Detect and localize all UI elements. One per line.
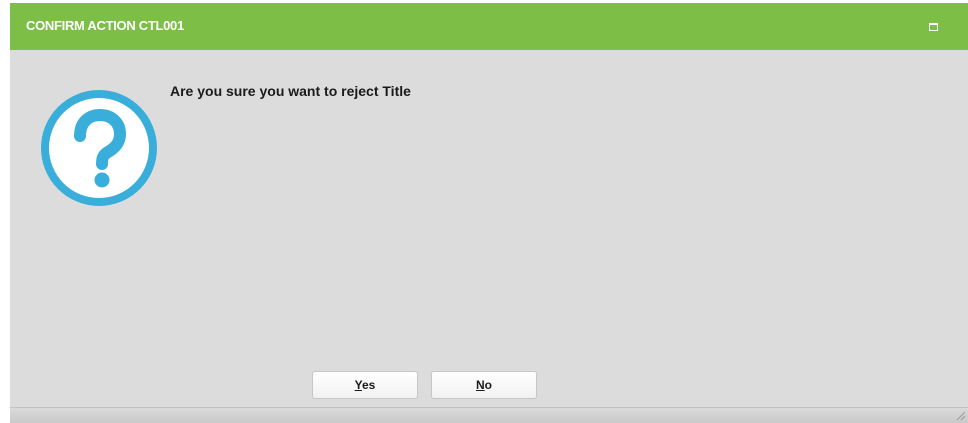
confirm-message: Are you sure you want to reject Title: [170, 83, 411, 99]
dialog-titlebar[interactable]: CONFIRM ACTION CTL001: [10, 3, 968, 50]
dialog-title: CONFIRM ACTION CTL001: [26, 18, 184, 33]
question-circle-icon: [41, 90, 157, 206]
maximize-icon[interactable]: [927, 20, 941, 34]
yes-button[interactable]: Yes: [312, 371, 418, 399]
no-button[interactable]: No: [431, 371, 537, 399]
dialog-footer: [10, 407, 968, 423]
confirm-dialog: CONFIRM ACTION CTL001 Are you sure you w…: [10, 3, 968, 423]
resize-grip-icon[interactable]: [956, 411, 966, 421]
